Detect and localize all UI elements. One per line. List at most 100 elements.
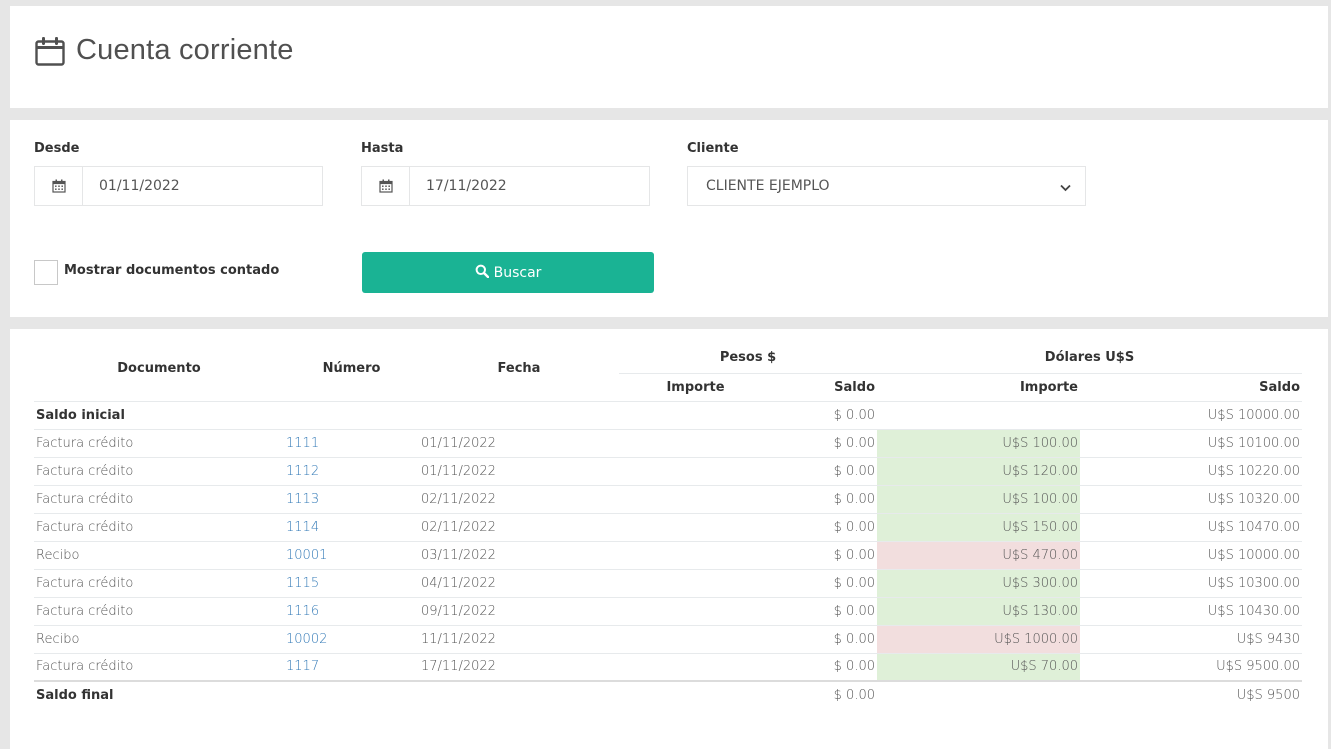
mostrar-contado-label[interactable]: Mostrar documentos contado: [64, 263, 279, 278]
cliente-select[interactable]: CLIENTE EJEMPLO: [687, 166, 1086, 206]
table-body: Saldo inicial $ 0.00 U$S 10000.00 Factur…: [34, 400, 1302, 709]
col-importe-pesos: Importe: [666, 379, 725, 395]
saldo-dolares-cell: U$S 10470.00: [1080, 512, 1302, 541]
col-fecha: Fecha: [497, 361, 541, 377]
search-icon: [475, 264, 494, 282]
numero-link[interactable]: 1116: [284, 596, 419, 625]
saldo-dolares-cell: U$S 10300.00: [1080, 568, 1302, 597]
table-row: Recibo 10002 11/11/2022 $ 0.00 U$S 1000.00 U$…: [34, 624, 1302, 653]
col-importe-dolares: Importe: [1019, 379, 1078, 395]
numero-link[interactable]: 10001: [284, 540, 419, 569]
saldo-pesos-cell: $ 0.00: [772, 624, 877, 653]
documento-cell: Factura crédito: [34, 652, 284, 681]
saldo-dolares-cell: U$S 10220.00: [1080, 456, 1302, 485]
fecha-cell: 11/11/2022: [419, 624, 619, 653]
importe-dolares-cell: U$S 1000.00: [877, 624, 1080, 653]
saldo-pesos-cell: $ 0.00: [772, 512, 877, 541]
saldo-inicial-label: Saldo inicial: [34, 400, 284, 429]
importe-pesos-cell: [619, 596, 772, 625]
saldo-pesos-cell: $ 0.00: [772, 596, 877, 625]
documento-cell: Factura crédito: [34, 512, 284, 541]
group-pesos: Pesos $: [619, 343, 877, 374]
table-row: Factura crédito 1116 09/11/2022 $ 0.00 U$S 1…: [34, 596, 1302, 625]
calendar-icon[interactable]: [35, 167, 83, 205]
saldo-pesos-cell: $ 0.00: [772, 456, 877, 485]
numero-link[interactable]: 1115: [284, 568, 419, 597]
calendar-icon: [34, 35, 66, 67]
numero-link[interactable]: 1117: [284, 652, 419, 681]
col-saldo-pesos: Saldo: [834, 379, 875, 395]
table-row: Recibo 10001 03/11/2022 $ 0.00 U$S 470.00 U$S…: [34, 540, 1302, 569]
chevron-down-icon[interactable]: [1060, 177, 1071, 196]
saldo-dolares-cell: U$S 10000.00: [1080, 540, 1302, 569]
fecha-cell: 03/11/2022: [419, 540, 619, 569]
numero-link[interactable]: 1112: [284, 456, 419, 485]
documento-cell: Factura crédito: [34, 568, 284, 597]
documento-cell: Factura crédito: [34, 456, 284, 485]
table-row: Factura crédito 1111 01/11/2022 $ 0.00 U$S 1…: [34, 428, 1302, 457]
desde-value[interactable]: 01/11/2022: [83, 178, 180, 194]
hasta-label: Hasta: [361, 141, 404, 156]
group-dolares: Dólares U$S: [877, 343, 1302, 374]
buscar-label: Buscar: [493, 264, 542, 281]
saldo-dolares-cell: U$S 10100.00: [1080, 428, 1302, 457]
importe-pesos-cell: [619, 624, 772, 653]
saldo-final-label: Saldo final: [34, 680, 284, 709]
importe-pesos-cell: [619, 568, 772, 597]
saldo-dolares-cell: U$S 10430.00: [1080, 596, 1302, 625]
table-row: Factura crédito 1117 17/11/2022 $ 0.00 U$S 7…: [34, 652, 1302, 681]
saldo-final-dolares: U$S 9500: [1080, 680, 1302, 709]
hasta-value[interactable]: 17/11/2022: [410, 178, 507, 194]
importe-pesos-cell: [619, 484, 772, 513]
buscar-button[interactable]: Buscar: [362, 252, 654, 293]
importe-dolares-cell: U$S 100.00: [877, 428, 1080, 457]
importe-dolares-cell: U$S 120.00: [877, 456, 1080, 485]
importe-pesos-cell: [619, 456, 772, 485]
col-numero: Número: [322, 361, 381, 377]
hasta-date-input[interactable]: 17/11/2022: [361, 166, 650, 206]
saldo-final-pesos: $ 0.00: [772, 680, 877, 709]
fecha-cell: 01/11/2022: [419, 428, 619, 457]
importe-dolares-cell: U$S 130.00: [877, 596, 1080, 625]
mostrar-contado-checkbox[interactable]: [34, 260, 58, 285]
saldo-final-row: Saldo final $ 0.00 U$S 9500: [34, 680, 1302, 709]
filter-panel: Desde 01/11/2022 Hasta 17/11/2022 Client…: [10, 120, 1328, 317]
saldo-inicial-dolares: U$S 10000.00: [1080, 400, 1302, 429]
importe-pesos-cell: [619, 652, 772, 681]
calendar-icon[interactable]: [362, 167, 410, 205]
desde-label: Desde: [34, 141, 80, 156]
importe-pesos-cell: [619, 428, 772, 457]
saldo-dolares-cell: U$S 9430: [1080, 624, 1302, 653]
table-row: Factura crédito 1115 04/11/2022 $ 0.00 U$S 3…: [34, 568, 1302, 597]
numero-link[interactable]: 10002: [284, 624, 419, 653]
title-panel: Cuenta corriente: [10, 6, 1328, 108]
importe-dolares-cell: U$S 150.00: [877, 512, 1080, 541]
documento-cell: Factura crédito: [34, 428, 284, 457]
saldo-inicial-pesos: $ 0.00: [772, 400, 877, 429]
table-row: Factura crédito 1114 02/11/2022 $ 0.00 U$S 1…: [34, 512, 1302, 541]
importe-dolares-cell: U$S 100.00: [877, 484, 1080, 513]
fecha-cell: 02/11/2022: [419, 512, 619, 541]
table-row: Factura crédito 1113 02/11/2022 $ 0.00 U$S 1…: [34, 484, 1302, 513]
documento-cell: Recibo: [34, 624, 284, 653]
importe-dolares-cell: U$S 470.00: [877, 540, 1080, 569]
saldo-pesos-cell: $ 0.00: [772, 568, 877, 597]
saldo-pesos-cell: $ 0.00: [772, 540, 877, 569]
account-table: Documento Número Fecha Pesos $ Dólares U…: [34, 343, 1302, 709]
cliente-value[interactable]: CLIENTE EJEMPLO: [706, 178, 830, 194]
importe-pesos-cell: [619, 512, 772, 541]
numero-link[interactable]: 1114: [284, 512, 419, 541]
documento-cell: Recibo: [34, 540, 284, 569]
saldo-pesos-cell: $ 0.00: [772, 652, 877, 681]
importe-dolares-cell: U$S 70.00: [877, 652, 1080, 681]
fecha-cell: 02/11/2022: [419, 484, 619, 513]
numero-link[interactable]: 1111: [284, 428, 419, 457]
importe-dolares-cell: U$S 300.00: [877, 568, 1080, 597]
importe-pesos-cell: [619, 540, 772, 569]
cliente-label: Cliente: [687, 141, 739, 156]
fecha-cell: 09/11/2022: [419, 596, 619, 625]
numero-link[interactable]: 1113: [284, 484, 419, 513]
col-documento: Documento: [117, 361, 201, 377]
col-saldo-dolares: Saldo: [1259, 379, 1300, 395]
desde-date-input[interactable]: 01/11/2022: [34, 166, 323, 206]
